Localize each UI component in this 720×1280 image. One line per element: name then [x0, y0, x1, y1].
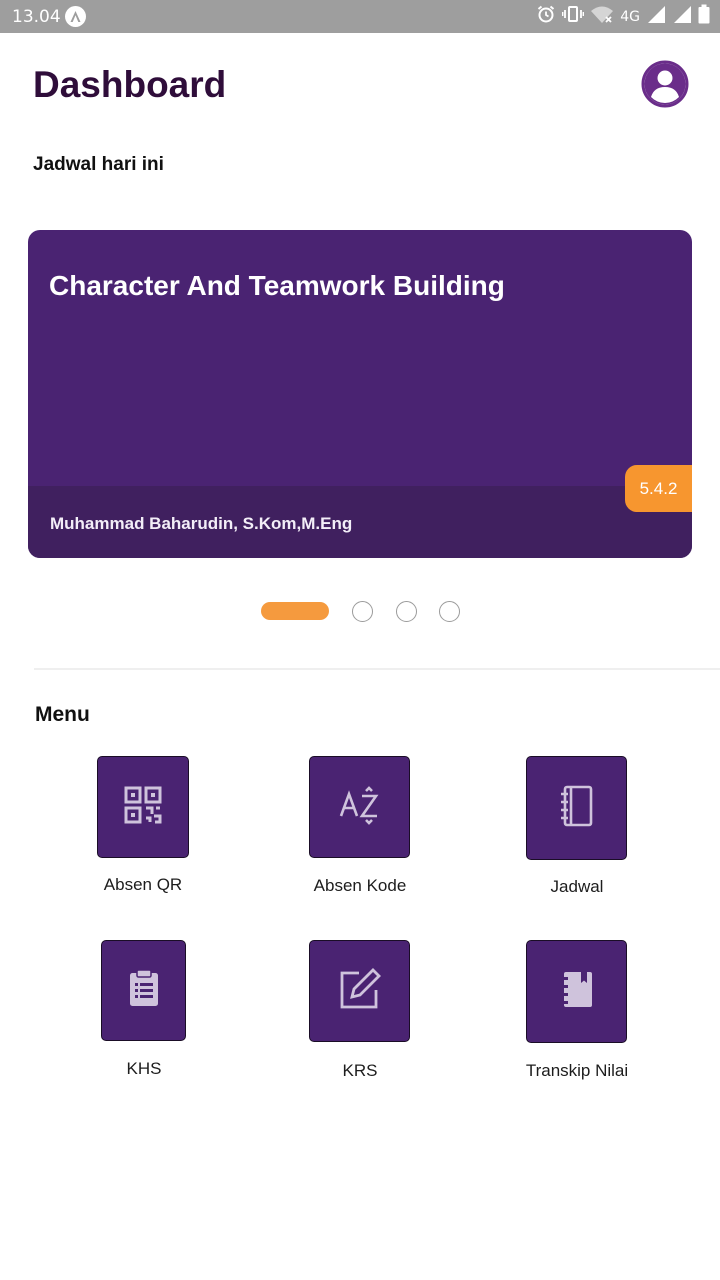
edit-icon	[337, 966, 383, 1017]
lecturer-name: Muhammad Baharudin, S.Kom,M.Eng	[50, 514, 353, 533]
status-icons: 4G	[536, 4, 710, 29]
page-title: Dashboard	[33, 64, 227, 105]
menu-krs-button[interactable]	[309, 940, 410, 1042]
carousel-dot[interactable]	[352, 601, 373, 622]
menu-krs-label: KRS	[342, 1061, 378, 1080]
status-time: 13.04	[12, 7, 61, 27]
menu-jadwal-button[interactable]	[526, 756, 627, 860]
battery-icon	[698, 4, 710, 29]
signal-icon-2	[672, 5, 692, 29]
menu-jadwal-label: Jadwal	[550, 877, 604, 896]
menu-heading: Menu	[35, 703, 90, 726]
carousel-dot[interactable]	[439, 601, 460, 622]
card-footer: Muhammad Baharudin, S.Kom,M.Eng	[28, 486, 692, 558]
schedule-card[interactable]: Character And Teamwork Building Muhammad…	[28, 230, 692, 558]
notebook-icon	[557, 784, 597, 833]
carousel-indicator	[0, 601, 720, 623]
az-sort-icon	[339, 785, 381, 830]
menu-transkip-nilai-button[interactable]	[526, 940, 627, 1043]
menu-absen-kode-button[interactable]	[309, 756, 410, 858]
vibrate-icon	[561, 4, 585, 29]
room-badge: 5.4.2	[625, 465, 692, 512]
menu-absen-qr-button[interactable]	[97, 756, 189, 858]
schedule-heading: Jadwal hari ini	[33, 154, 164, 175]
menu-absen-qr-label: Absen QR	[103, 875, 183, 894]
profile-avatar-icon[interactable]	[641, 60, 689, 108]
carousel-dot[interactable]	[396, 601, 417, 622]
wifi-off-icon	[590, 4, 614, 29]
network-type: 4G	[620, 8, 640, 25]
menu-absen-kode-label: Absen Kode	[313, 876, 407, 895]
menu-transkip-nilai-label: Transkip Nilai	[525, 1061, 629, 1080]
course-title: Character And Teamwork Building	[49, 270, 505, 301]
signal-icon	[646, 5, 666, 29]
carousel-dot-active[interactable]	[261, 602, 329, 620]
menu-khs-label: KHS	[126, 1059, 162, 1078]
book-icon	[559, 969, 595, 1014]
qr-code-icon	[123, 785, 163, 830]
alarm-icon	[536, 4, 556, 29]
section-divider	[34, 668, 720, 670]
clipboard-icon	[127, 968, 161, 1013]
status-bar: 13.04 4G	[0, 0, 720, 33]
app-notification-icon	[65, 6, 86, 27]
menu-khs-button[interactable]	[101, 940, 186, 1041]
